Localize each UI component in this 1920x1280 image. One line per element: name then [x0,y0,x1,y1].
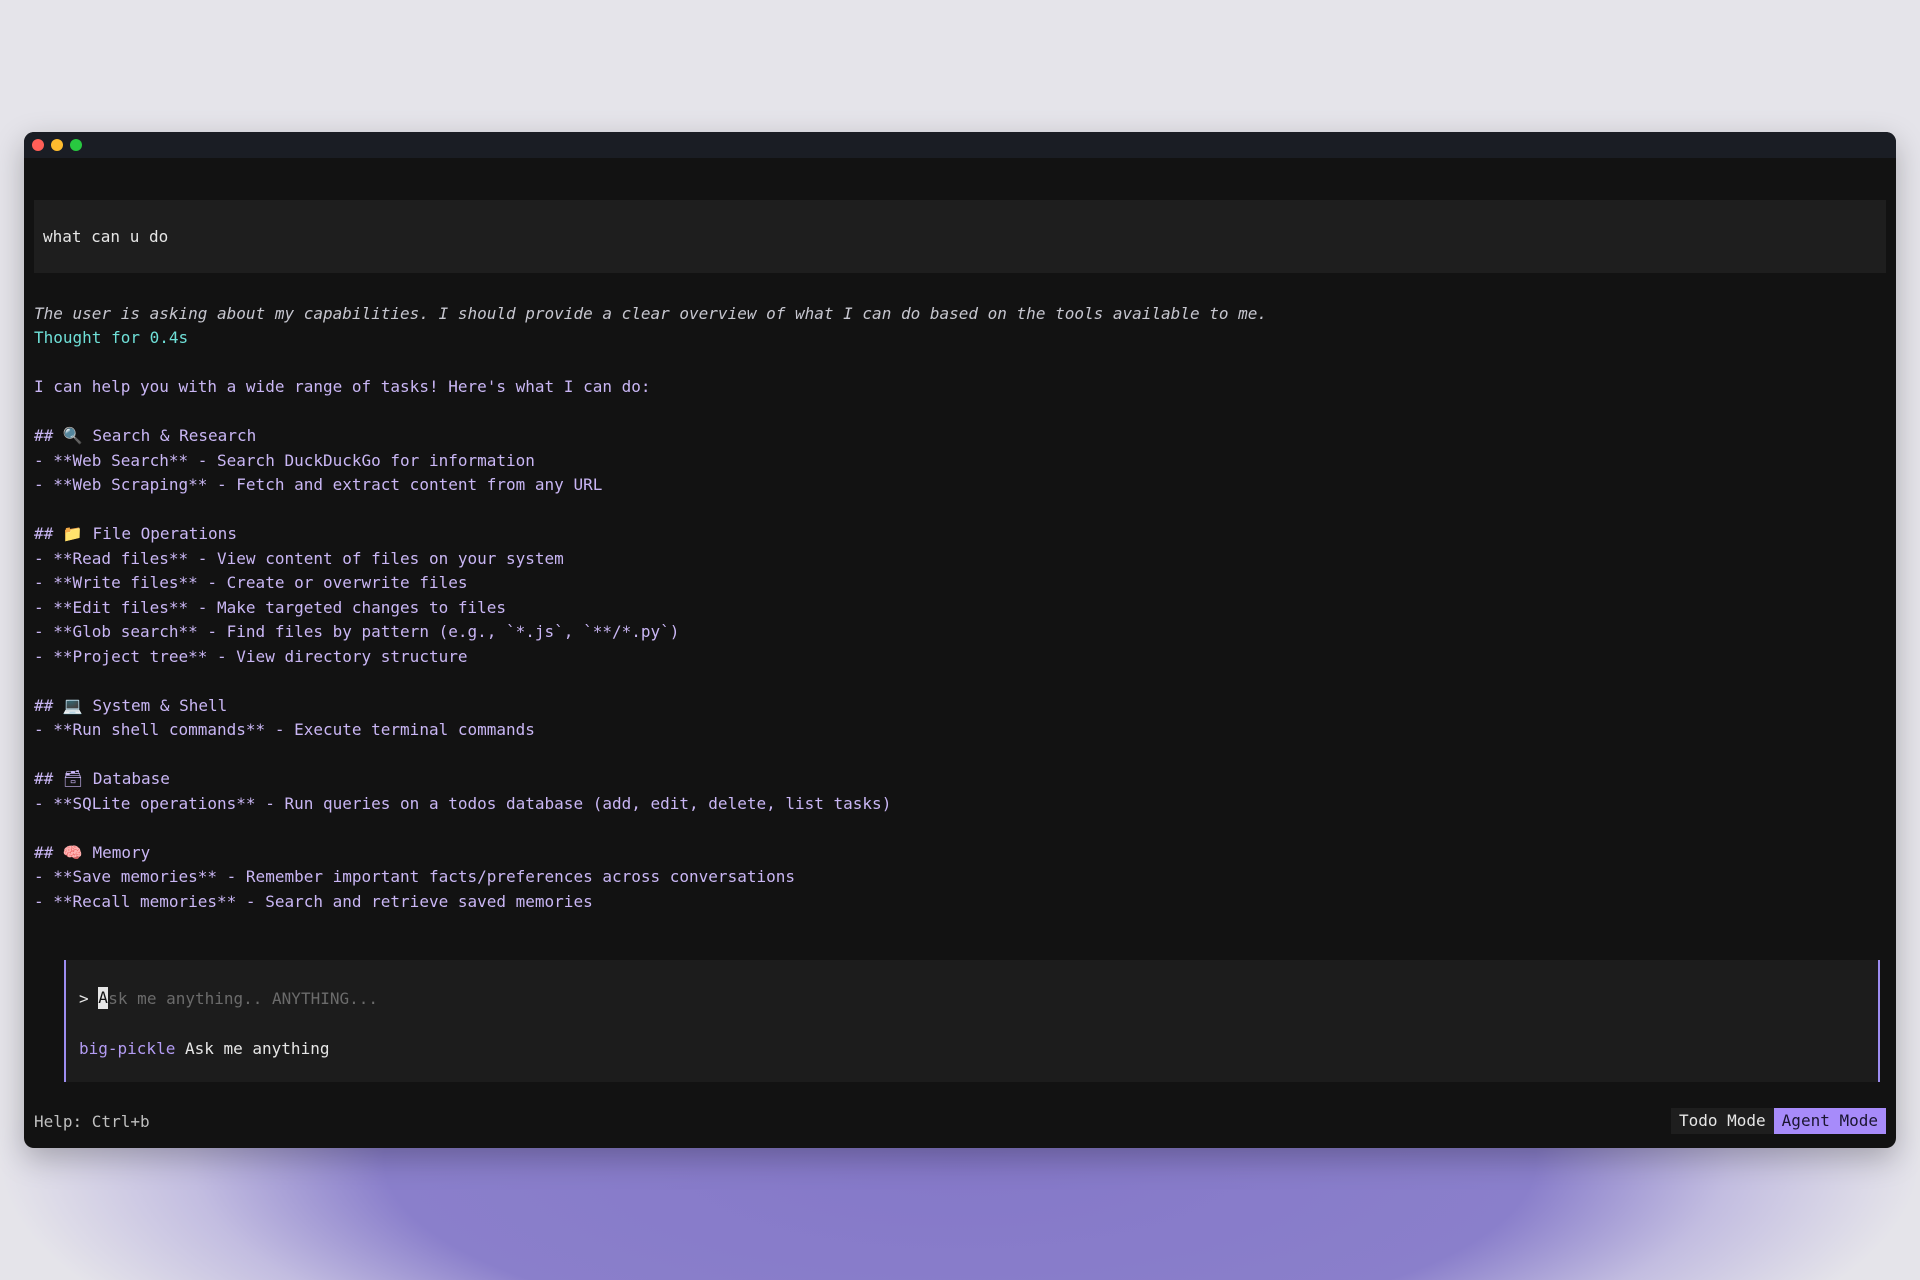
response-line: - **Glob search** - Find files by patter… [34,622,680,641]
assistant-response: I can help you with a wide range of task… [34,375,1874,914]
model-name[interactable]: big-pickle [79,1039,175,1058]
response-line: - **Run shell commands** - Execute termi… [34,720,535,739]
response-line: - **SQLite operations** - Run queries on… [34,793,892,813]
text-cursor: A [98,987,109,1009]
response-line: - **Read files** - View content of files… [34,548,564,568]
response-line: ## 💻 System & Shell [34,695,228,715]
response-line: - **Edit files** - Make targeted changes… [34,597,507,617]
response-line: ## 🧠 Memory [34,842,151,862]
agent-mode-button[interactable]: Agent Mode [1773,1108,1886,1134]
response-line: I can help you with a wide range of task… [34,377,651,396]
help-hint: Help: Ctrl+b [34,1112,150,1131]
maximize-window-icon[interactable] [70,139,82,151]
thought-duration: Thought for 0.4s [34,328,189,347]
user-message-text: what can u do [43,227,169,246]
response-line: ## 🔍 Search & Research [34,426,257,445]
response-line [34,400,1874,425]
response-line [34,498,1874,523]
todo-mode-button[interactable]: Todo Mode [1670,1108,1774,1134]
response-line: ## 📁 File Operations [34,524,237,543]
chat-input-box[interactable]: > Ask me anything.. ANYTHING... big-pick… [64,960,1880,1082]
mode-switcher: Todo Mode Agent Mode [1670,1108,1886,1134]
response-line [34,743,1874,768]
response-line: - **Web Search** - Search DuckDuckGo for… [34,450,535,470]
response-line: - **Web Scraping** - Fetch and extract c… [34,475,603,494]
response-line [34,816,1874,841]
response-line: ## 🗃 Database [34,769,170,788]
response-line: - **Recall memories** - Search and retri… [34,891,593,911]
response-line: - **Write files** - Create or overwrite … [34,573,468,592]
response-line [34,669,1874,694]
model-hint: Ask me anything [184,1039,330,1058]
thought-text: The user is asking about my capabilities… [34,304,1267,323]
user-message: what can u do [34,200,1886,273]
minimize-window-icon[interactable] [51,139,63,151]
chat-input[interactable]: > Ask me anything.. ANYTHING... [79,987,378,1011]
terminal-window: what can u do The user is asking about m… [24,132,1896,1148]
response-line: - **Save memories** - Remember important… [34,867,795,886]
model-row: big-pickle Ask me anything [79,1037,329,1061]
response-line: - **Project tree** - View directory stru… [34,646,468,666]
prompt-symbol: > [79,989,89,1008]
title-bar [24,132,1896,158]
input-placeholder: sk me anything.. ANYTHING... [108,989,378,1008]
close-window-icon[interactable] [32,139,44,151]
